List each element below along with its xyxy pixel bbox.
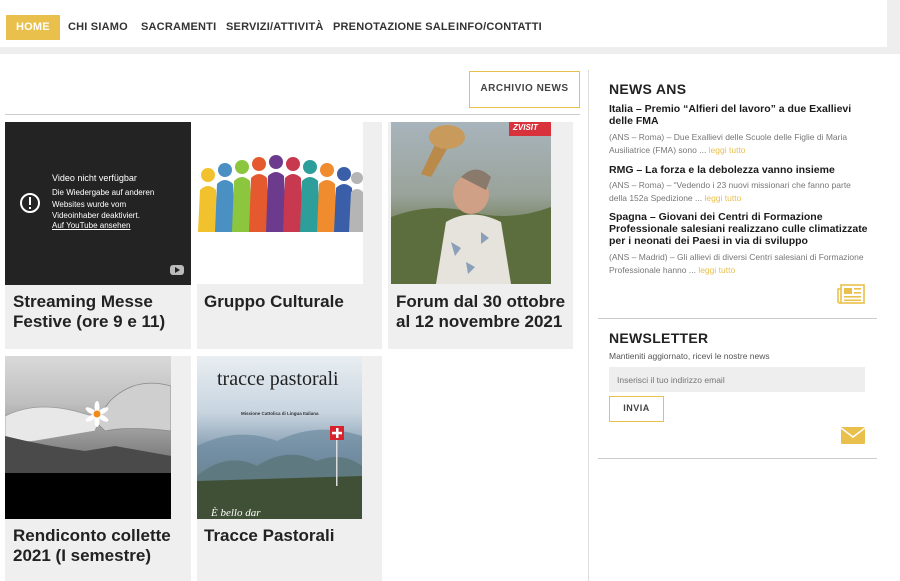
news-card-forum[interactable]: ZVISIT Forum dal 30 ottobre al 12 novemb… [388,122,573,349]
card-title[interactable]: Forum dal 30 ottobre al 12 novembre 2021 [396,292,571,332]
magazine-caption: È bello dar [211,507,261,519]
newspaper-icon[interactable] [837,284,865,304]
nav-item-sacramenti[interactable]: SACRAMENTI [141,15,216,40]
rendiconto-image [5,356,171,519]
news-card-streaming[interactable]: Video nicht verfügbar Die Wiedergabe auf… [5,122,191,349]
nav-item-home[interactable]: HOME [6,15,60,40]
video-unavailable-message: Die Wiedergabe auf anderen Websites wurd… [52,188,155,220]
nav-item-servizi[interactable]: SERVIZI/ATTIVITÀ [226,15,324,40]
news-item-title[interactable]: RMG – La forza e la debolezza vanno insi… [609,164,871,176]
sidebar-divider [598,318,877,319]
email-input[interactable] [609,367,865,392]
tracce-pastorali-cover: tracce pastorali Missione Cattolica di L… [197,356,362,519]
gruppo-culturale-image [197,122,363,284]
newsletter-heading: NEWSLETTER [609,330,709,346]
news-item-title[interactable]: Italia – Premio “Alfieri del lavoro” a d… [609,103,871,127]
youtube-link[interactable]: Auf YouTube ansehen [52,221,130,230]
news-card-gruppo-culturale[interactable]: Gruppo Culturale [197,122,382,349]
newsletter-description: Mantieniti aggiornato, ricevi le nostre … [609,351,770,361]
news-card-rendiconto[interactable]: Rendiconto collette 2021 (I semestre) [5,356,191,581]
news-item-excerpt: (ANS – Roma) – Due Exallievi delle Scuol… [609,132,848,155]
nav-item-chi-siamo[interactable]: CHI SIAMO [68,15,128,40]
magazine-title: tracce pastorali [217,368,339,390]
divider [5,114,580,115]
video-unavailable-title: Video nicht verfügbar [52,173,137,183]
forum-badge: ZVISIT [513,123,538,132]
sidebar-divider [598,458,877,459]
card-title[interactable]: Tracce Pastorali [204,526,379,546]
news-item-excerpt: (ANS – Roma) – “Vedendo i 23 nuovi missi… [609,180,851,203]
read-more-link[interactable]: leggi tutto [704,193,741,203]
news-card-tracce-pastorali[interactable]: tracce pastorali Missione Cattolica di L… [197,356,382,581]
read-more-link[interactable]: leggi tutto [698,265,735,275]
magazine-subtitle: Missione Cattolica di Lingua Italiana [241,411,319,416]
nav-item-prenotazione-sale[interactable]: PRENOTAZIONE SALE [333,15,455,40]
archive-news-button[interactable]: ARCHIVIO NEWS [469,71,580,108]
envelope-icon[interactable] [841,427,865,444]
card-title[interactable]: Streaming Messe Festive (ore 9 e 11) [13,292,188,332]
news-item-excerpt: (ANS – Madrid) – Gli allievi di diversi … [609,252,864,275]
nav-item-info-contatti[interactable]: INFO/CONTATTI [456,15,542,40]
card-title[interactable]: Rendiconto collette 2021 (I semestre) [13,526,188,566]
send-button[interactable]: INVIA [609,396,664,422]
news-item-title[interactable]: Spagna – Giovani dei Centri di Formazion… [609,211,871,247]
top-navigation: HOME CHI SIAMO SACRAMENTI SERVIZI/ATTIVI… [0,0,887,47]
card-title[interactable]: Gruppo Culturale [204,292,379,312]
forum-image: ZVISIT [391,122,551,284]
youtube-embed[interactable]: Video nicht verfügbar Die Wiedergabe auf… [5,122,191,285]
sidebar-divider [588,70,589,581]
read-more-link[interactable]: leggi tutto [709,145,746,155]
news-ans-heading: NEWS ANS [609,81,687,97]
